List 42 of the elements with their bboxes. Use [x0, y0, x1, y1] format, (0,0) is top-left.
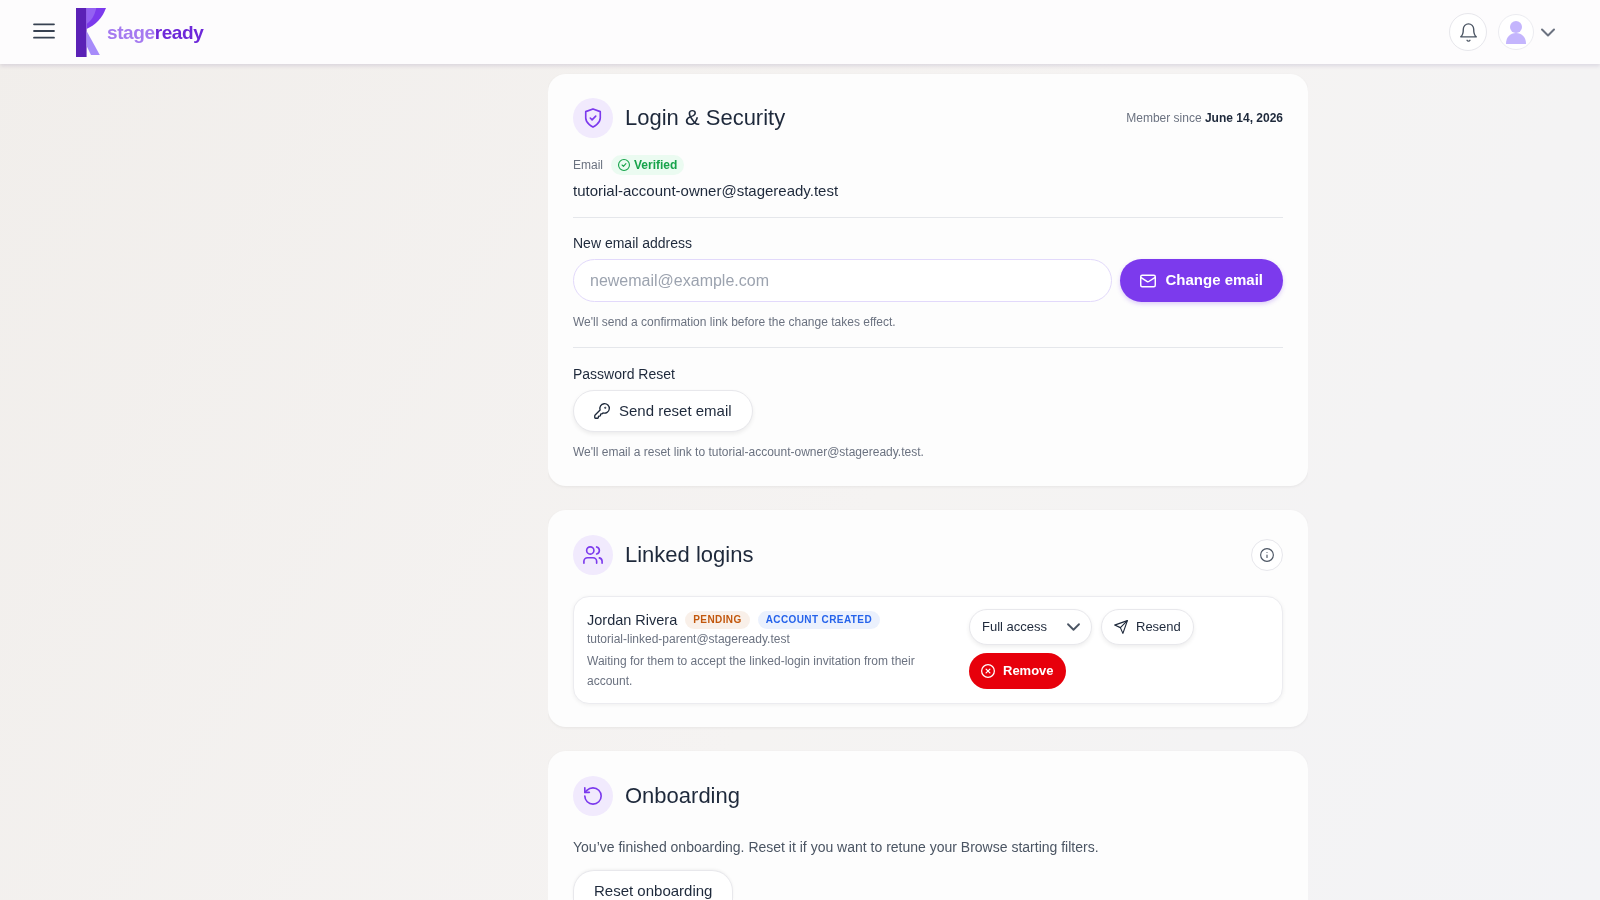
status-label: ACCOUNT CREATED [757, 611, 880, 629]
info-button[interactable] [1251, 539, 1283, 571]
new-email-label: New email address [573, 234, 694, 252]
logo-wordmark[interactable]: stageready [107, 21, 204, 45]
member-since-text: Member since June 14, 2026 [1126, 110, 1283, 127]
avatar-icon [1498, 14, 1534, 50]
section-title: Linked logins [625, 541, 754, 569]
menu-button[interactable] [34, 24, 56, 40]
menu-icon [34, 24, 54, 38]
invitation-note: Waiting for them to accept the linked-login invitation from their account. [587, 653, 916, 690]
key-icon [594, 403, 610, 419]
send-reset-button[interactable]: Send reset email [573, 390, 753, 432]
paper-plane-icon [1114, 620, 1128, 634]
change-email-button[interactable]: Change email [1120, 259, 1283, 302]
info-icon [1260, 548, 1274, 562]
x-circle-icon [981, 664, 995, 678]
chevron-down-icon [1542, 28, 1554, 36]
new-email-field[interactable]: newemail@example.com [573, 259, 1113, 302]
status-label: PENDING [685, 611, 750, 629]
users-icon [573, 535, 613, 575]
chevron-down-icon [1068, 624, 1079, 630]
reset-onboarding-button[interactable]: Reset onboarding [573, 870, 734, 900]
bell-icon [1458, 22, 1478, 42]
logo-icon[interactable] [76, 7, 106, 57]
email-change-hint: We'll send a confirmation link before the change takes effect. [573, 314, 897, 330]
check-circle-icon [618, 159, 630, 171]
person-name: Jordan Rivera [587, 611, 678, 630]
notifications-button[interactable] [1449, 13, 1487, 51]
verified-text: Verified [634, 157, 678, 173]
email-address: tutorial-account-owner@stageready.test [573, 181, 840, 201]
password-reset-label: Password Reset [573, 365, 676, 383]
password-reset-hint: We'll email a reset link to tutorial-account-owner@stageready.test. [573, 444, 925, 460]
email-label: Email [573, 157, 603, 174]
remove-button[interactable]: Remove [969, 653, 1066, 689]
person-email: tutorial-linked-parent@stageready.test [587, 631, 791, 647]
resend-button[interactable]: Resend [1101, 609, 1194, 645]
section-title: Onboarding [625, 782, 740, 810]
onboarding-text: You’ve finished onboarding. Reset it if you want to retune your Browse starting filters. [573, 838, 1100, 857]
mail-icon [1140, 272, 1157, 289]
shield-check-icon [573, 98, 613, 138]
access-select[interactable]: Full access [969, 609, 1092, 645]
section-title: Login & Security [625, 104, 786, 132]
